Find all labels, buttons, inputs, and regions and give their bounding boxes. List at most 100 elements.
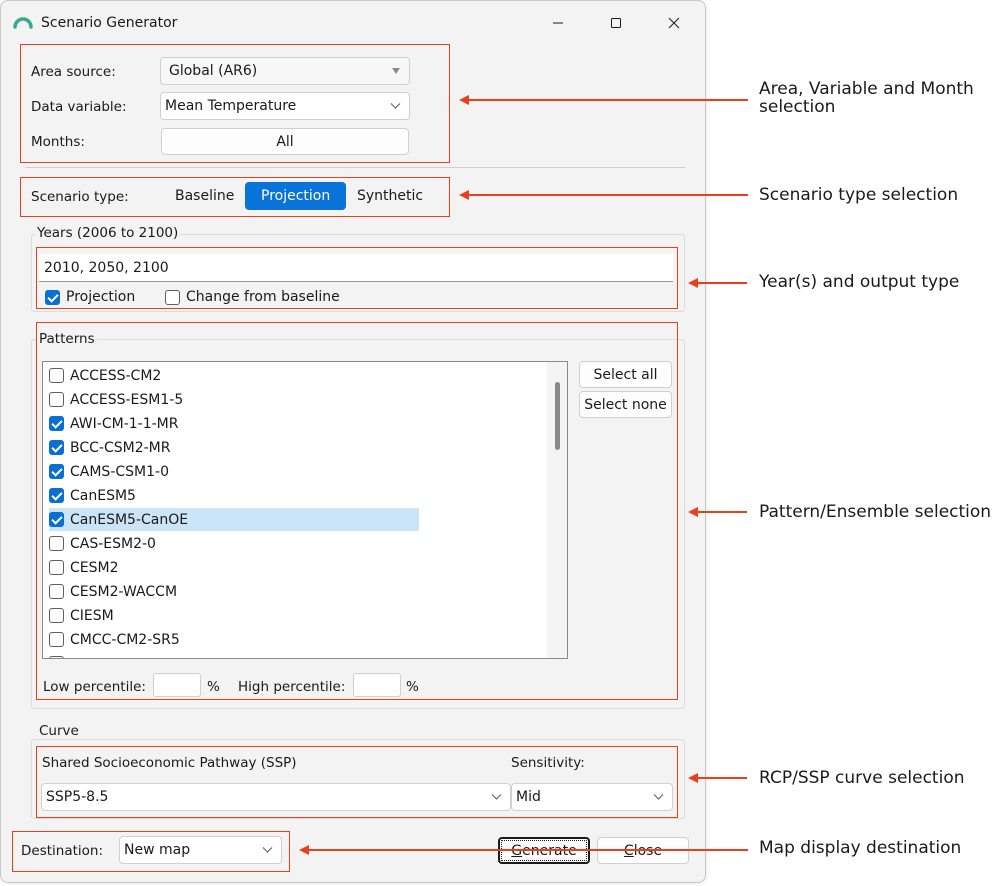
pattern-checkbox[interactable]	[49, 368, 64, 383]
projection-checkbox-label: Projection	[66, 289, 136, 305]
percent-sign: %	[406, 679, 419, 695]
app-logo-icon	[13, 17, 33, 29]
destination-value: New map	[124, 842, 191, 858]
high-percentile-label: High percentile:	[238, 679, 346, 695]
projection-checkbox[interactable]	[45, 289, 60, 305]
annotation-line	[468, 99, 748, 101]
chevron-down-icon	[491, 794, 502, 800]
scenario-option-baseline[interactable]: Baseline	[159, 182, 250, 210]
change-from-baseline-checkbox[interactable]	[165, 289, 180, 305]
pattern-checkbox[interactable]	[49, 584, 64, 599]
destination-select[interactable]: New map	[119, 836, 282, 864]
patterns-list[interactable]: ACCESS-CM2 ACCESS-ESM1-5 AWI-CM-1-1-MR B…	[42, 361, 568, 659]
months-value: All	[276, 133, 294, 150]
chevron-down-icon	[653, 794, 664, 800]
maximize-button[interactable]	[593, 7, 639, 39]
select-none-button[interactable]: Select none	[579, 391, 672, 418]
pattern-item[interactable]: ACCESS-ESM1-5	[49, 388, 419, 411]
pattern-item[interactable]: CESM2-WACCM	[49, 580, 419, 603]
close-icon	[668, 17, 680, 29]
chevron-down-icon	[390, 103, 401, 109]
pattern-label: ACCESS-ESM1-5	[70, 391, 184, 408]
close-button[interactable]: Close	[597, 837, 689, 864]
projection-checkbox-row[interactable]: Projection	[45, 289, 135, 305]
sensitivity-label: Sensitivity:	[511, 755, 585, 771]
dropdown-triangle-icon	[392, 68, 400, 74]
percent-sign: %	[207, 679, 220, 695]
years-input-value: 2010, 2050, 2100	[44, 259, 169, 276]
pattern-item[interactable]: AWI-CM-1-1-MR	[49, 412, 419, 435]
scrollbar-thumb[interactable]	[555, 382, 560, 450]
maximize-icon	[611, 18, 621, 28]
high-percentile-input[interactable]	[353, 673, 401, 697]
years-input[interactable]: 2010, 2050, 2100	[39, 254, 673, 282]
destination-label: Destination:	[21, 843, 104, 859]
pattern-checkbox[interactable]	[49, 560, 64, 575]
scenario-option-synthetic[interactable]: Synthetic	[341, 182, 439, 210]
months-button[interactable]: All	[161, 128, 409, 155]
pattern-item[interactable]: CMCC-CM2-SR5	[49, 628, 419, 651]
pattern-item[interactable]: CanESM5	[49, 484, 419, 507]
pattern-label: AWI-CM-1-1-MR	[70, 415, 179, 432]
ssp-value: SSP5-8.5	[46, 789, 109, 805]
pattern-checkbox[interactable]	[49, 536, 64, 551]
pattern-checkbox[interactable]	[49, 464, 64, 479]
pattern-checkbox[interactable]	[49, 608, 64, 623]
data-variable-label: Data variable:	[31, 99, 127, 115]
area-source-select[interactable]: Global (AR6)	[160, 57, 410, 85]
data-variable-select[interactable]: Mean Temperature	[160, 92, 410, 120]
pattern-label: CanESM5	[70, 487, 136, 504]
close-window-button[interactable]	[651, 7, 697, 39]
scenario-option-projection[interactable]: Projection	[245, 182, 347, 210]
pattern-label: CanESM5-CanOE	[70, 511, 189, 528]
close-label: Close	[623, 842, 663, 859]
pattern-checkbox[interactable]	[49, 440, 64, 455]
pattern-item[interactable]: CESM2	[49, 556, 419, 579]
scenario-generator-window: Scenario Generator Area source: Global (…	[0, 0, 706, 883]
generate-button[interactable]: Generate	[498, 837, 590, 864]
pattern-label: CESM2-WACCM	[70, 583, 178, 600]
pattern-checkbox[interactable]	[49, 632, 64, 647]
patterns-scrollbar[interactable]	[547, 362, 567, 658]
months-label: Months:	[31, 134, 85, 150]
annotation-years: Year(s) and output type	[759, 272, 960, 292]
generate-label: Generate	[511, 842, 577, 859]
sensitivity-select[interactable]: Mid	[511, 783, 673, 811]
pattern-checkbox[interactable]	[49, 488, 64, 503]
annotation-curve: RCP/SSP curve selection	[759, 768, 965, 788]
pattern-item[interactable]: ACCESS-CM2	[49, 364, 419, 387]
pattern-item[interactable]: BCC-CSM2-MR	[49, 436, 419, 459]
change-from-baseline-row[interactable]: Change from baseline	[165, 289, 340, 305]
pattern-item-partial[interactable]	[49, 652, 419, 658]
annotation-patterns: Pattern/Ensemble selection	[759, 502, 992, 522]
annotation-line	[697, 282, 747, 284]
minimize-button[interactable]	[535, 7, 581, 39]
window-title: Scenario Generator	[41, 15, 178, 31]
pattern-item-selected[interactable]: CanESM5-CanOE	[49, 508, 419, 531]
select-all-button[interactable]: Select all	[579, 361, 672, 388]
pattern-item[interactable]: CAS-ESM2-0	[49, 532, 419, 555]
pattern-item[interactable]: CIESM	[49, 604, 419, 627]
chevron-down-icon	[262, 847, 273, 853]
pattern-checkbox[interactable]	[49, 656, 64, 658]
sensitivity-value: Mid	[516, 789, 541, 805]
pattern-checkbox[interactable]	[49, 416, 64, 431]
curve-group-title: Curve	[37, 723, 81, 739]
ssp-label: Shared Socioeconomic Pathway (SSP)	[42, 755, 297, 771]
annotation-scenario: Scenario type selection	[759, 185, 959, 205]
pattern-label: BCC-CSM2-MR	[70, 439, 171, 456]
pattern-label: CMCC-CM2-SR5	[70, 631, 180, 648]
low-percentile-input[interactable]	[153, 673, 201, 697]
ssp-select[interactable]: SSP5-8.5	[41, 783, 511, 811]
annotation-destination: Map display destination	[759, 838, 962, 858]
annotation-line	[468, 194, 748, 196]
pattern-checkbox[interactable]	[49, 512, 64, 527]
patterns-group-title: Patterns	[37, 331, 97, 347]
pattern-label: CAS-ESM2-0	[70, 535, 156, 552]
annotation-line	[697, 511, 747, 513]
pattern-label: CAMS-CSM1-0	[70, 463, 169, 480]
pattern-item[interactable]: CAMS-CSM1-0	[49, 460, 419, 483]
change-from-baseline-label: Change from baseline	[186, 289, 340, 305]
pattern-checkbox[interactable]	[49, 392, 64, 407]
annotation-area: Area, Variable and Month selection	[759, 79, 974, 117]
